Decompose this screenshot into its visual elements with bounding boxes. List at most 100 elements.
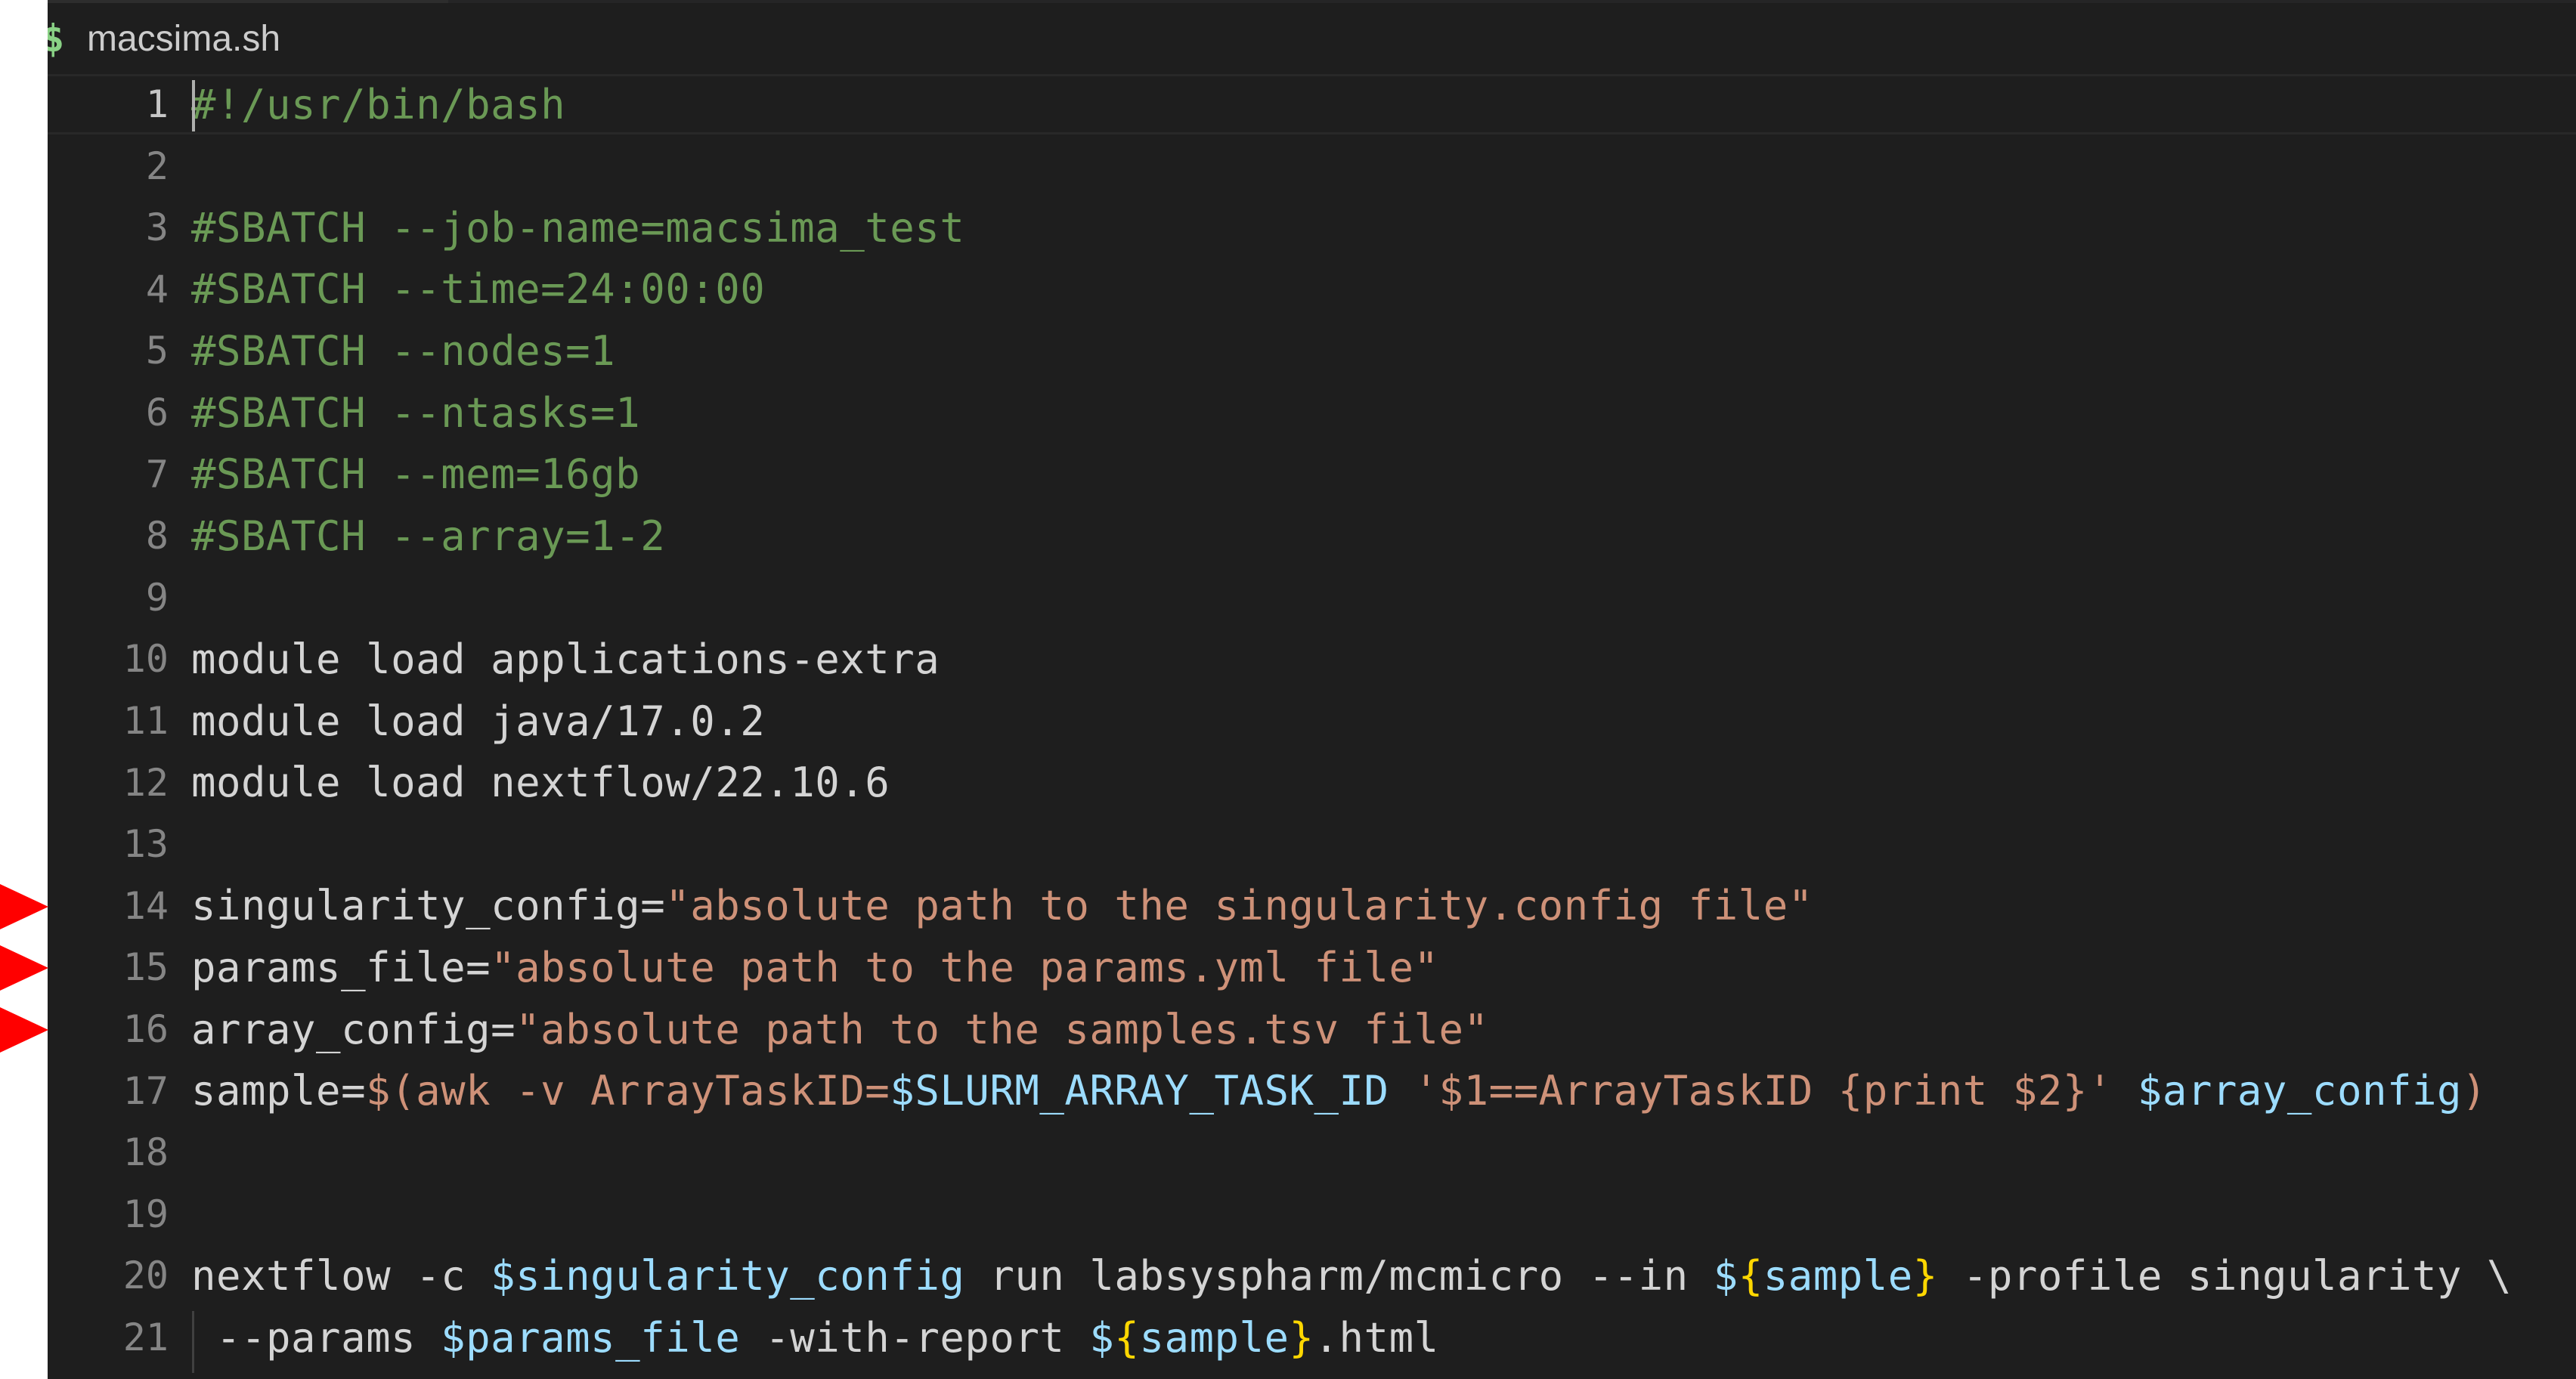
- code-line[interactable]: 17 sample=$(awk -v ArrayTaskID=$SLURM_ARR…: [48, 1061, 2576, 1121]
- code-token-plain: module load nextflow/22.10.6: [191, 759, 890, 807]
- red-arrow-marker: [0, 883, 48, 929]
- line-number: 14: [122, 883, 169, 928]
- code-token-brace: }: [1912, 1251, 1938, 1300]
- code-token-plain: module load java/17.0.2: [191, 697, 766, 745]
- code-line[interactable]: 20 nextflow -c $singularity_config run la…: [48, 1245, 2576, 1306]
- code-editor[interactable]: $ macsima.sh 1 #!/usr/bin/bash 2 3 #SBATCH -…: [48, 0, 2576, 1379]
- line-number: 7: [145, 452, 169, 496]
- line-code: module load nextflow/22.10.6: [191, 759, 890, 806]
- line-code: #SBATCH --array=1-2: [191, 512, 665, 560]
- tab-strip-empty: [448, 0, 2576, 3]
- code-token-string: "absolute path to the singularity.config…: [665, 882, 1813, 930]
- line-number: 11: [122, 699, 169, 743]
- line-code: module load java/17.0.2: [191, 697, 765, 745]
- code-token-var: $: [1089, 1313, 1115, 1362]
- line-number: 18: [122, 1130, 169, 1175]
- code-token-comment: #SBATCH --nodes=1: [191, 326, 616, 375]
- code-token-var: $array_config: [2137, 1067, 2462, 1115]
- line-code: array_config="absolute path to the sampl…: [191, 1006, 1489, 1053]
- line-number: 5: [145, 329, 169, 373]
- line-number: 3: [145, 206, 169, 250]
- line-number: 19: [122, 1192, 169, 1236]
- code-token-string: "absolute path to the params.yml file": [491, 943, 1439, 991]
- code-token-plain: .html: [1314, 1313, 1439, 1362]
- dollar-icon: $: [48, 17, 65, 60]
- line-number: 6: [145, 391, 169, 434]
- code-token-plain: singularity_config=: [191, 882, 666, 930]
- line-code: #SBATCH --time=24:00:00: [191, 265, 765, 313]
- line-code: #SBATCH --mem=16gb: [191, 450, 640, 498]
- line-code: params_file="absolute path to the params…: [191, 944, 1439, 991]
- code-token-string: '$1==ArrayTaskID {print $2}': [1389, 1067, 2138, 1115]
- line-number: 13: [122, 822, 169, 867]
- line-code: #SBATCH --nodes=1: [191, 327, 615, 375]
- code-token-plain: -profile singularity \: [1937, 1251, 2513, 1300]
- line-code: #SBATCH --job-name=macsima_test: [191, 204, 964, 252]
- code-token-comment: #SBATCH --ntasks=1: [191, 388, 641, 437]
- code-line[interactable]: 16 array_config="absolute path to the sam…: [48, 999, 2576, 1059]
- code-line[interactable]: 15 params_file="absolute path to the para…: [48, 937, 2576, 997]
- code-token-var: $: [1713, 1251, 1738, 1300]
- code-token-plain: --params: [191, 1313, 441, 1362]
- code-token-string: "absolute path to the samples.tsv file": [516, 1005, 1489, 1053]
- code-line[interactable]: 4 #SBATCH --time=24:00:00: [48, 259, 2576, 320]
- code-token-plain: -with-report: [740, 1313, 1090, 1362]
- line-code: #!/usr/bin/bash: [191, 81, 565, 128]
- code-token-var: sample: [1139, 1313, 1290, 1362]
- tab-bar: $ macsima.sh: [48, 0, 2576, 74]
- line-code: sample=$(awk -v ArrayTaskID=$SLURM_ARRAY…: [191, 1067, 2487, 1115]
- code-line[interactable]: 3 #SBATCH --job-name=macsima_test: [48, 197, 2576, 258]
- code-token-comment: #SBATCH --array=1-2: [191, 512, 666, 560]
- code-line[interactable]: 12 module load nextflow/22.10.6: [48, 753, 2576, 813]
- code-token-comment: #SBATCH --mem=16gb: [191, 450, 641, 499]
- code-token-plain: module load applications-extra: [191, 635, 940, 683]
- text-cursor: [192, 80, 195, 131]
- code-token-string: ): [2462, 1067, 2488, 1115]
- code-token-var: $SLURM_ARRAY_TASK_ID: [890, 1067, 1389, 1115]
- code-line[interactable]: 18: [48, 1122, 2576, 1183]
- line-number: 2: [145, 144, 169, 188]
- line-number: 4: [145, 267, 169, 311]
- code-token-comment: #!/usr/bin/bash: [191, 80, 566, 128]
- line-number: 15: [122, 945, 169, 990]
- line-number: 16: [122, 1007, 169, 1051]
- code-line[interactable]: 6 #SBATCH --ntasks=1: [48, 382, 2576, 443]
- code-token-brace: {: [1114, 1313, 1140, 1362]
- code-line[interactable]: 10 module load applications-extra: [48, 629, 2576, 689]
- indent-guide: [192, 1311, 194, 1373]
- line-number: 1: [145, 82, 169, 126]
- red-arrow-marker: [0, 945, 48, 991]
- code-line[interactable]: 5 #SBATCH --nodes=1: [48, 320, 2576, 381]
- line-number: 12: [122, 760, 169, 805]
- code-token-comment: #SBATCH --time=24:00:00: [191, 265, 766, 314]
- code-line[interactable]: 1 #!/usr/bin/bash: [48, 74, 2576, 134]
- code-line[interactable]: 7 #SBATCH --mem=16gb: [48, 444, 2576, 505]
- line-code: nextflow -c $singularity_config run labs…: [191, 1252, 2512, 1300]
- code-token-plain: array_config=: [191, 1005, 516, 1053]
- line-number: 21: [122, 1316, 169, 1359]
- code-line[interactable]: 9: [48, 567, 2576, 628]
- code-line[interactable]: 14 singularity_config="absolute path to t…: [48, 876, 2576, 936]
- code-token-var: $singularity_config: [491, 1251, 965, 1300]
- line-number: 17: [122, 1068, 169, 1113]
- line-code: singularity_config="absolute path to the…: [191, 882, 1813, 929]
- code-token-var: $params_file: [441, 1313, 741, 1362]
- line-number: 10: [122, 637, 169, 682]
- code-token-brace: }: [1289, 1313, 1314, 1362]
- line-number: 20: [122, 1254, 169, 1298]
- tab-label: macsima.sh: [87, 18, 281, 59]
- code-line[interactable]: 19: [48, 1184, 2576, 1245]
- line-code: module load applications-extra: [191, 635, 940, 683]
- code-line[interactable]: 2: [48, 136, 2576, 196]
- code-token-string: $(awk -v ArrayTaskID=: [366, 1067, 890, 1115]
- red-arrow-marker: [0, 1006, 48, 1053]
- tab-macsima-sh[interactable]: $ macsima.sh: [48, 3, 280, 74]
- code-line[interactable]: 13: [48, 814, 2576, 874]
- code-token-var: sample: [1763, 1251, 1913, 1300]
- code-token-plain: params_file=: [191, 943, 491, 991]
- code-line[interactable]: 8 #SBATCH --array=1-2: [48, 506, 2576, 566]
- code-line[interactable]: 11 module load java/17.0.2: [48, 691, 2576, 751]
- code-line[interactable]: 21 --params $params_file -with-report ${…: [48, 1307, 2576, 1368]
- line-code: #SBATCH --ntasks=1: [191, 389, 640, 437]
- code-token-brace: {: [1738, 1251, 1763, 1300]
